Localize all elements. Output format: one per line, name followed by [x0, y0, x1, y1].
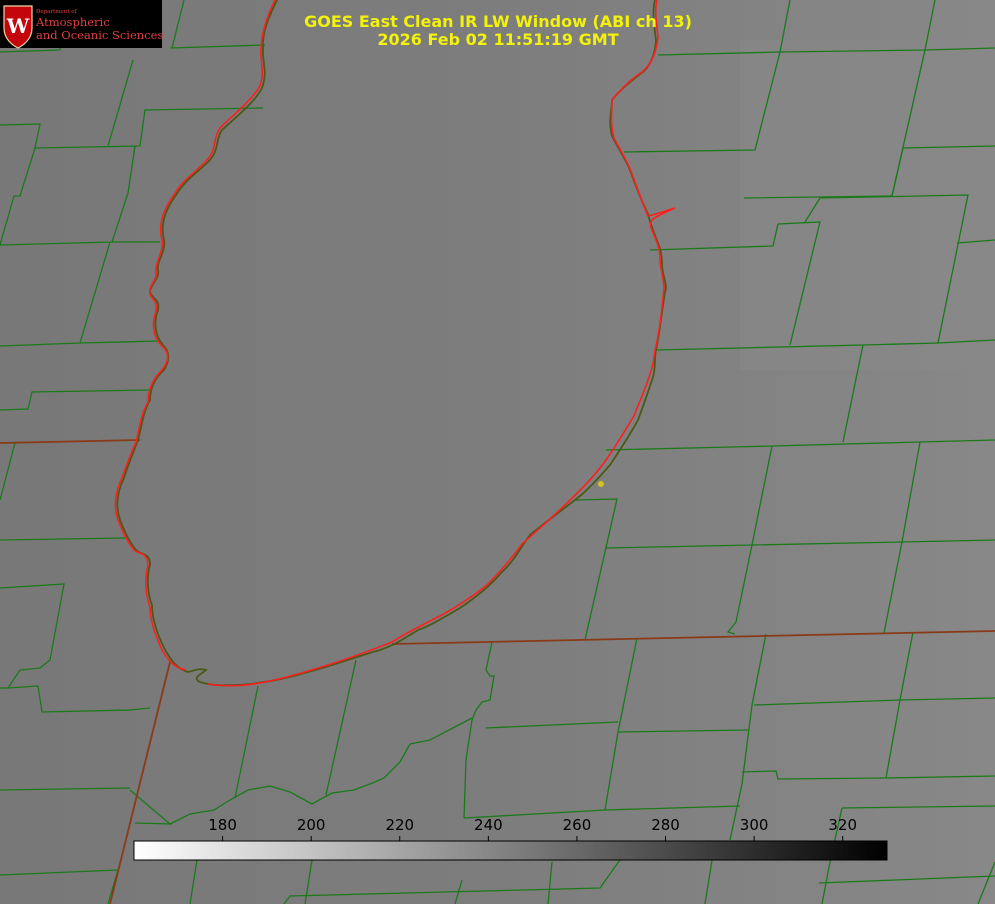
colorbar-tick-label: 280: [651, 816, 680, 834]
aos-logo: W Department of Atmospheric and Oceanic …: [0, 0, 163, 49]
logo-line-1: Atmospheric: [35, 15, 110, 29]
seal-letter: W: [6, 14, 30, 38]
satellite-map: W Department of Atmospheric and Oceanic …: [0, 0, 995, 904]
colorbar-tick-label: 200: [297, 816, 326, 834]
colorbar-tick-label: 180: [208, 816, 237, 834]
ir-east-warm-patch: [740, 40, 995, 370]
colorbar-tick-label: 300: [740, 816, 769, 834]
title-line-1: GOES East Clean IR LW Window (ABI ch 13): [304, 12, 692, 31]
title-line-2: 2026 Feb 02 11:51:19 GMT: [377, 30, 618, 49]
colorbar-tick-label: 240: [474, 816, 503, 834]
colorbar-tick-label: 320: [828, 816, 857, 834]
colorbar-gradient: [133, 840, 888, 861]
colorbar-tick-label: 220: [385, 816, 414, 834]
location-dot-icon: [598, 481, 604, 487]
colorbar-tick-label: 260: [563, 816, 592, 834]
logo-line-2: and Oceanic Sciences: [36, 28, 163, 42]
